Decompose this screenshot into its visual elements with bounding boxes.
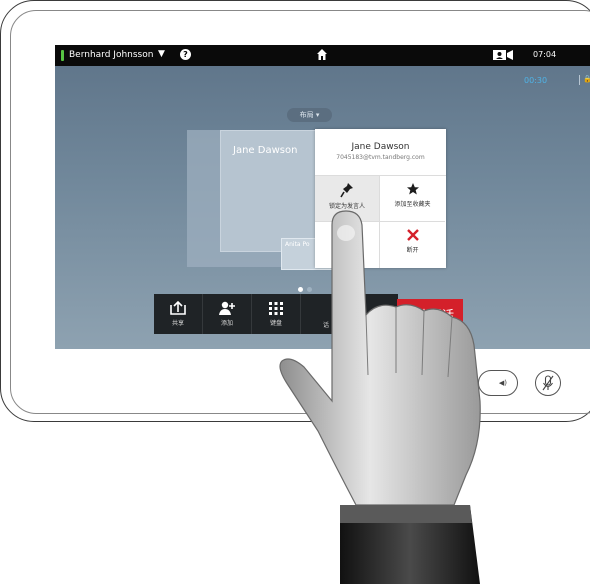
add-participant-button[interactable]: 添加 (203, 294, 252, 334)
clock: 07:04 (533, 50, 557, 59)
add-person-icon (219, 301, 235, 315)
participant-name: Jane Dawson (233, 145, 298, 156)
popup-participant-uri: 7045183@tvm.tandberg.com (336, 154, 425, 161)
selfview-camera-icon[interactable] (492, 49, 514, 61)
share-button[interactable]: 共享 (154, 294, 203, 334)
mute-button[interactable] (535, 370, 561, 396)
share-icon (170, 301, 186, 315)
microphone-muted-icon (542, 375, 554, 391)
encryption-lock-icon: 🔒 (579, 75, 590, 85)
call-timer: 00:30 (524, 76, 548, 85)
pointing-hand-illustration (279, 210, 481, 584)
pin-icon (340, 183, 353, 198)
user-name[interactable]: Bernhard Johnsson (69, 50, 153, 60)
add-participant-label: 添加 (220, 320, 233, 327)
top-status-bar: Bernhard Johnsson ▼ ? 07:04 (55, 45, 590, 66)
star-icon (406, 183, 419, 195)
share-label: 共享 (171, 320, 184, 327)
home-icon[interactable] (316, 48, 328, 61)
help-icon[interactable]: ? (180, 49, 191, 60)
layout-button[interactable]: 布局 ▾ (287, 108, 332, 122)
user-menu-caret[interactable]: ▼ (158, 49, 165, 59)
presence-indicator (61, 50, 64, 61)
popup-participant-name: Jane Dawson (351, 142, 410, 152)
